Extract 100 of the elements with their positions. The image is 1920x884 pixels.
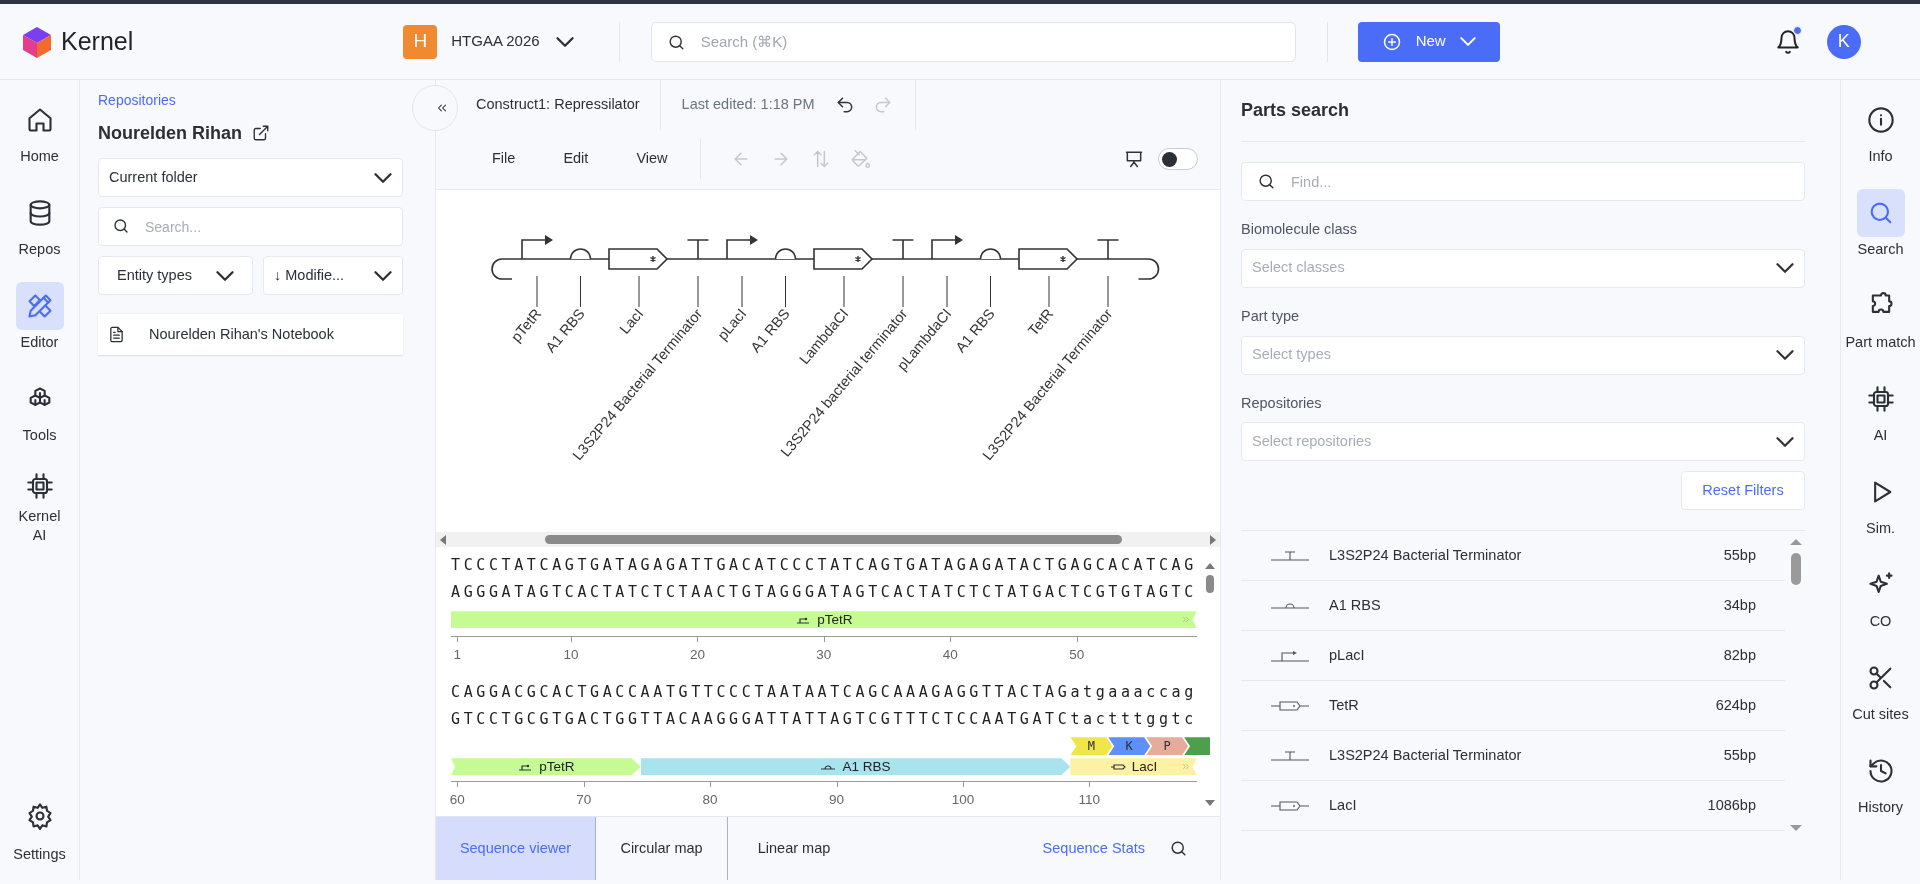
new-button[interactable]: New	[1357, 21, 1500, 62]
filter-dropdown[interactable]: ↓ Modifie...	[263, 256, 403, 295]
filter-label: Part type	[1241, 306, 1301, 326]
external-link-icon	[252, 124, 270, 142]
parts-search-field[interactable]: Find...	[1241, 162, 1805, 201]
filter-dropdown[interactable]: Entity types	[98, 256, 253, 295]
nav-label: Kernel AI	[17, 507, 62, 545]
sequence-stats-link[interactable]: Sequence Stats	[1042, 837, 1145, 860]
menu-item[interactable]: File	[492, 148, 516, 171]
nav-label: CO	[1868, 612, 1893, 631]
chevron-down-icon	[216, 270, 234, 281]
part-result-row[interactable]: L3S2P24 Bacterial Terminator 55bp	[1241, 731, 1785, 782]
leader-line	[697, 275, 699, 308]
leader-line	[741, 275, 743, 308]
nav-item[interactable]: Cut sites	[1841, 638, 1920, 731]
horizontal-scrollbar[interactable]	[436, 532, 1220, 548]
promoter-icon	[1270, 649, 1310, 662]
panel-title: Parts search	[1241, 99, 1350, 122]
nav-item[interactable]: Sim.	[1841, 452, 1920, 545]
pencil-ruler-icon	[25, 292, 54, 320]
sequence-top-strand: TCCCTATCAGTGATAGAGATTGACATCCCTATCAGTGATAGAGATACTGAGCACATCAG	[451, 555, 1197, 577]
part-result-row[interactable]: TetR 624bp	[1241, 681, 1785, 732]
chip-icon	[25, 472, 54, 500]
workspace-initial: H	[403, 24, 438, 59]
feature-label: pTetR	[539, 757, 575, 776]
nav-item[interactable]: Repos	[0, 173, 79, 266]
history-icon	[1866, 757, 1895, 785]
feature-bar[interactable]: pTetR	[451, 611, 1197, 629]
bell-icon	[1774, 28, 1801, 55]
terminator-glyph	[686, 238, 710, 260]
nav-item[interactable]: CO	[1841, 545, 1920, 638]
part-length: 34bp	[1723, 595, 1756, 615]
nav-label: AI	[1872, 426, 1889, 445]
position-label: 10	[563, 646, 579, 665]
part-result-row[interactable]: A1 RBS 34bp	[1241, 581, 1785, 632]
leader-line	[1107, 275, 1109, 308]
folder-title: Nourelden Rihan	[98, 121, 242, 145]
terminator-glyph	[1096, 238, 1120, 260]
position-label: 80	[702, 791, 718, 810]
view-tab[interactable]: Circular map	[596, 817, 728, 880]
feature-bar[interactable]: A1 RBS	[640, 758, 1071, 776]
nav-item[interactable]: Editor	[0, 266, 79, 359]
part-name: L3S2P24 Bacterial Terminator	[1329, 545, 1522, 565]
rbs-glyph	[774, 247, 797, 260]
user-avatar[interactable]: K	[1826, 24, 1861, 59]
nav-label: Part match	[1844, 333, 1917, 352]
notebook-entry[interactable]: Nourelden Rihan's Notebook	[98, 314, 403, 356]
presentation-toggle[interactable]	[1158, 148, 1198, 171]
part-length: 1086bp	[1707, 795, 1756, 815]
feature-bar[interactable]: pTetR	[451, 758, 641, 776]
construct-title: Construct1: Repressilator	[476, 95, 640, 115]
chevron-down-icon	[555, 36, 574, 47]
part-length: 624bp	[1715, 695, 1756, 715]
part-name: L3S2P24 Bacterial Terminator	[1329, 745, 1522, 765]
leader-line	[946, 275, 948, 308]
folder-search-field[interactable]: Search...	[98, 207, 403, 246]
nav-item[interactable]: Tools	[0, 359, 79, 452]
feature-label: A1 RBS	[842, 757, 891, 776]
reset-filters-button[interactable]: Reset Filters	[1681, 471, 1805, 511]
nav-item[interactable]: Info	[1841, 80, 1920, 173]
open-external-button[interactable]	[252, 124, 270, 142]
nav-item[interactable]: Search	[1841, 173, 1920, 266]
breadcrumb-link[interactable]: Repositories	[98, 90, 403, 111]
presentation-button[interactable]	[1124, 149, 1144, 170]
nav-item[interactable]: AI	[1841, 359, 1920, 452]
nav-item[interactable]: History	[1841, 731, 1920, 824]
feature-bar[interactable]: LacI	[1070, 758, 1197, 776]
position-label: 90	[829, 791, 845, 810]
nav-item[interactable]: Kernel AI	[0, 452, 79, 545]
workspace-switcher[interactable]: H HTGAA 2026	[403, 21, 574, 62]
last-edited-text: Last edited: 1:18 PM	[681, 95, 815, 115]
nav-item[interactable]: Part match	[1841, 266, 1920, 359]
part-result-row[interactable]: pLacI 82bp	[1241, 631, 1785, 682]
rbs-glyph	[569, 247, 592, 260]
leader-line	[580, 275, 581, 308]
rbs-icon	[1270, 602, 1310, 609]
menu-item[interactable]: Edit	[563, 148, 589, 171]
leader-line	[902, 275, 904, 308]
view-tab[interactable]: Linear map	[728, 817, 860, 880]
sequence-bottom-strand: AGGGATAGTCACTATCTCTAACTGTAGGGATAGTCACTATCTCTATGACTCGTGTAGTC	[451, 582, 1197, 604]
brand-name: Kernel	[61, 25, 134, 57]
chevron-down-icon	[1776, 263, 1794, 274]
menu-item[interactable]: View	[636, 148, 668, 171]
leader-line	[638, 275, 640, 308]
nav-item[interactable]: Home	[0, 80, 79, 173]
promoter-glyph	[931, 234, 963, 260]
filter-label: Repositories	[1241, 393, 1323, 413]
workspace-name: HTGAA 2026	[451, 31, 540, 52]
part-result-row[interactable]: L3S2P24 Bacterial Terminator 55bp	[1241, 531, 1785, 582]
amino-acid: K	[1108, 737, 1151, 756]
sequence-top-strand: CAGGACGCACTGACCAATGTTCCCTAATAATCAGCAAAGAGGTTACTAGatgaaaccag	[451, 682, 1197, 704]
part-result-row[interactable]: LacI 1086bp	[1241, 781, 1785, 832]
part-name: A1 RBS	[1329, 595, 1381, 615]
settings-nav-item[interactable]: Settings	[13, 802, 66, 866]
position-label: 60	[449, 791, 465, 810]
chevron-down-icon	[374, 270, 392, 281]
location-dropdown[interactable]: Current folder	[98, 158, 403, 197]
leader-line	[785, 275, 786, 308]
nav-label: Search	[1856, 240, 1905, 259]
global-search-field[interactable]: Search (⌘K)	[650, 21, 1296, 62]
